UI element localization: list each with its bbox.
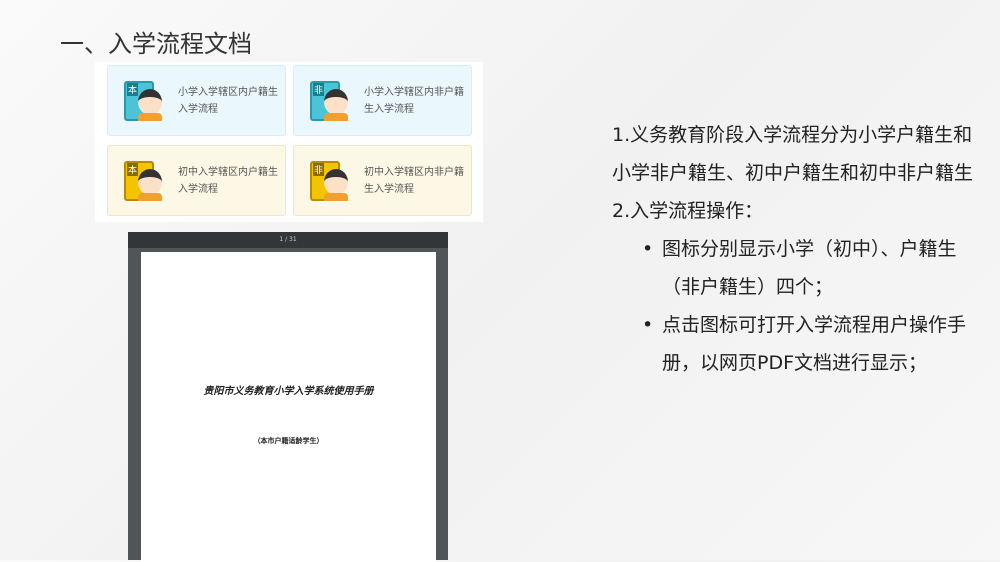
card-middle-local[interactable]: 本 初中入学辖区内户籍生入学流程 <box>107 145 286 216</box>
card-primary-local[interactable]: 本 小学入学辖区内户籍生入学流程 <box>107 65 286 136</box>
note-bullet: 点击图标可打开入学流程用户操作手册，以网页PDF文档进行显示； <box>612 306 982 382</box>
card-label: 初中入学辖区内户籍生入学流程 <box>178 166 278 195</box>
page-indicator: 1 / 31 <box>128 232 448 248</box>
card-middle-nonlocal[interactable]: 非 初中入学辖区内非户籍生入学流程 <box>293 145 472 216</box>
slide-title: 一、入学流程文档 <box>60 30 252 58</box>
notes: 1.义务教育阶段入学流程分为小学户籍生和小学非户籍生、初中户籍生和初中非户籍生 … <box>612 116 982 382</box>
note-1: 1.义务教育阶段入学流程分为小学户籍生和小学非户籍生、初中户籍生和初中非户籍生 <box>612 124 974 184</box>
process-card-grid: 本 小学入学辖区内户籍生入学流程 非 小学入学辖区内非户籍生入学流程 本 初中入… <box>95 62 483 222</box>
note-2: 2.入学流程操作： <box>612 200 764 222</box>
pdf-viewer[interactable]: 1 / 31 贵阳市义务教育小学入学系统使用手册 （本市户籍适龄学生） <box>128 232 448 562</box>
student-book-icon: 本 <box>124 160 164 201</box>
card-label: 小学入学辖区内户籍生入学流程 <box>178 86 278 115</box>
student-book-icon: 非 <box>310 80 350 121</box>
doc-subtitle: （本市户籍适龄学生） <box>253 437 324 445</box>
card-label: 小学入学辖区内非户籍生入学流程 <box>364 86 464 115</box>
note-bullet: 图标分别显示小学（初中）、户籍生（非户籍生）四个； <box>612 230 982 306</box>
pdf-page: 贵阳市义务教育小学入学系统使用手册 （本市户籍适龄学生） <box>141 252 436 562</box>
doc-title: 贵阳市义务教育小学入学系统使用手册 <box>203 386 374 397</box>
card-primary-nonlocal[interactable]: 非 小学入学辖区内非户籍生入学流程 <box>293 65 472 136</box>
student-book-icon: 非 <box>310 160 350 201</box>
student-book-icon: 本 <box>124 80 164 121</box>
card-label: 初中入学辖区内非户籍生入学流程 <box>364 166 464 195</box>
